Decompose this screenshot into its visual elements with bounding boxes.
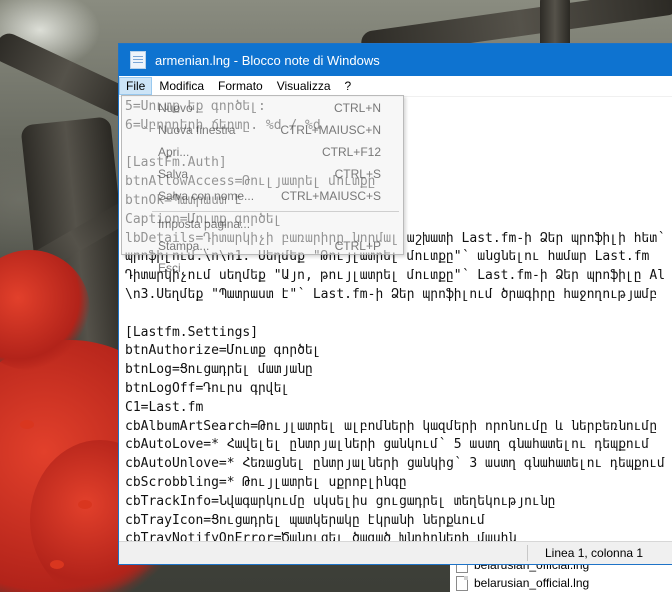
menu-item-shortcut: CTRL+MAIUSC+S (280, 189, 381, 203)
file-dropdown-menu: Nuovo CTRL+N Nuova finestra CTRL+MAIUSC+… (121, 95, 404, 275)
menu-item-label: Salva (158, 167, 189, 181)
editor-line: cbAutoLove=* Հավելել ընտրյալների ցանկում… (125, 437, 650, 453)
title-bar[interactable]: armenian.lng - Blocco note di Windows (119, 44, 672, 76)
list-item[interactable]: belarusian_official.lng (450, 574, 672, 592)
menu-item-new-window[interactable]: Nuova finestra CTRL+MAIUSC+N (122, 120, 403, 142)
menu-item-shortcut: CTRL+MAIUSC+N (280, 123, 381, 137)
leaf (50, 560, 64, 569)
menu-item-label: Nuova finestra (158, 123, 236, 137)
status-bar: Linea 1, colonna 1 (119, 541, 672, 564)
editor-line: cbScrobbling=* Թույլատրել սքրոբլինգը (125, 474, 407, 490)
leaf (78, 500, 92, 509)
editor-line: \n3.Սեղմեք "Պատրաստ է"՝ Last.fm-ի Ձեր պր… (125, 286, 658, 302)
window-title: armenian.lng - Blocco note di Windows (155, 52, 380, 68)
editor-line: cbAlbumArtSearch=Թույլատրել ալբոմների կա… (125, 418, 658, 434)
menu-view[interactable]: Visualizza (270, 77, 338, 95)
menu-item-shortcut: CTRL+F12 (321, 145, 381, 159)
menu-file[interactable]: File (119, 77, 153, 95)
file-name: belarusian_official.lng (474, 576, 590, 590)
menu-edit[interactable]: Modifica (152, 77, 211, 95)
menu-item-open[interactable]: Apri... CTRL+F12 (122, 142, 403, 164)
editor-line: btnLogOff=Դուրս գրվել (125, 380, 290, 396)
menu-item-label: Salva con nome... (158, 189, 255, 203)
menu-item-label: Esci (158, 261, 181, 275)
editor-line: [Lastfm.Settings] (125, 324, 259, 340)
file-icon (456, 575, 468, 591)
menu-item-label: Nuovo (158, 101, 193, 115)
menu-bar: File Modifica Formato Visualizza ? (119, 76, 672, 97)
menu-item-label: Apri... (158, 145, 190, 159)
editor-line: btnLog=Ցուցադրել մատյանը (125, 362, 313, 378)
menu-item-exit[interactable]: Esci (122, 258, 403, 280)
menu-item-page-setup[interactable]: Imposta pagina... (122, 214, 403, 236)
editor-line: cbTrackInfo=Նվագարկումը սկսելիս ցուցադրե… (125, 493, 556, 509)
editor-line: cbAutoUnlove=* Հեռացնել ընտրյալների ցանկ… (125, 456, 666, 472)
menu-item-save[interactable]: Salva CTRL+S (122, 164, 403, 186)
menu-item-shortcut: CTRL+S (334, 167, 381, 181)
editor-line: btnAuthorize=Մուտք գործել (125, 343, 321, 359)
leaf (20, 420, 34, 429)
cursor-position: Linea 1, colonna 1 (545, 546, 644, 560)
menu-item-shortcut: CTRL+P (334, 239, 381, 253)
menu-separator (152, 211, 399, 212)
menu-item-print[interactable]: Stampa... CTRL+P (122, 236, 403, 258)
editor-line: C1=Last.fm (125, 399, 204, 415)
status-separator (527, 545, 528, 561)
menu-help[interactable]: ? (338, 77, 359, 95)
menu-item-new[interactable]: Nuovo CTRL+N (122, 98, 403, 120)
menu-item-save-as[interactable]: Salva con nome... CTRL+MAIUSC+S (122, 186, 403, 208)
notepad-icon (130, 51, 146, 69)
editor-line: cbTrayNotifyOnError=Ծանուցել ծագած խնդիր… (125, 531, 517, 541)
menu-format[interactable]: Formato (211, 77, 270, 95)
menu-item-shortcut: CTRL+N (333, 101, 381, 115)
menu-item-label: Imposta pagina... (158, 217, 251, 231)
menu-item-label: Stampa... (158, 239, 210, 253)
editor-line: cbTrayIcon=Ցուցադրել պատկերակը էկրանի նե… (125, 512, 486, 528)
